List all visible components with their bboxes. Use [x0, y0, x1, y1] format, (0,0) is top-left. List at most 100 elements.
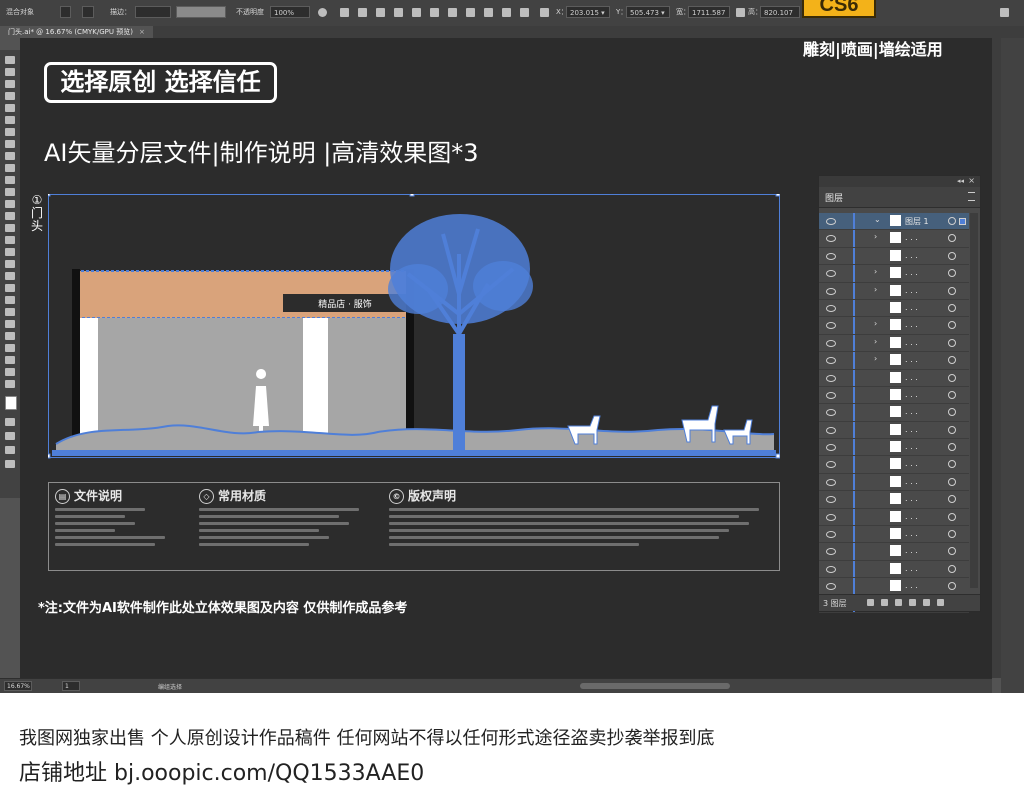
- reference-point-icon[interactable]: [540, 8, 549, 17]
- canvas-vertical-scrollbar[interactable]: [992, 38, 1001, 678]
- hand-tool-icon[interactable]: [5, 368, 15, 376]
- visibility-eye-icon[interactable]: [826, 357, 836, 365]
- expand-chevron-icon[interactable]: ›: [874, 354, 877, 363]
- distribute-left-icon[interactable]: [502, 8, 511, 17]
- visibility-eye-icon[interactable]: [826, 513, 836, 521]
- visibility-eye-icon[interactable]: [826, 270, 836, 278]
- opacity-field[interactable]: 100%: [270, 6, 310, 18]
- close-panel-icon[interactable]: ×: [968, 176, 975, 185]
- slice-tool-icon[interactable]: [5, 356, 15, 364]
- expand-chevron-icon[interactable]: ›: [874, 319, 877, 328]
- visibility-eye-icon[interactable]: [826, 287, 836, 295]
- fill-swatch[interactable]: [60, 6, 71, 18]
- visibility-eye-icon[interactable]: [826, 531, 836, 539]
- panel-menu-icon[interactable]: [1000, 8, 1009, 17]
- layers-scrollbar[interactable]: [970, 213, 978, 588]
- collect-export-icon[interactable]: [867, 599, 874, 606]
- sublayer-row[interactable]: . . .: [819, 421, 969, 440]
- expand-chevron-icon[interactable]: ›: [874, 267, 877, 276]
- expand-chevron-icon[interactable]: ›: [874, 337, 877, 346]
- target-circle-icon[interactable]: [948, 477, 956, 486]
- target-circle-icon[interactable]: [948, 582, 956, 591]
- target-circle-icon[interactable]: [948, 338, 956, 347]
- align-vcenter-icon[interactable]: [412, 8, 421, 17]
- eyedropper-tool-icon[interactable]: [5, 296, 15, 304]
- collapse-panel-icon[interactable]: ◂◂: [957, 177, 964, 185]
- sublayer-row[interactable]: . . .: [819, 526, 969, 544]
- target-circle-icon[interactable]: [948, 321, 956, 330]
- target-circle-icon[interactable]: [948, 269, 956, 278]
- rectangle-tool-icon[interactable]: [5, 152, 15, 160]
- curvature-tool-icon[interactable]: [5, 116, 15, 124]
- layers-tab[interactable]: 图层: [825, 191, 843, 204]
- visibility-eye-icon[interactable]: [826, 496, 836, 504]
- sublayer-row[interactable]: . . .: [819, 508, 969, 527]
- variable-width-profile[interactable]: [176, 6, 226, 18]
- screen-mode-icon[interactable]: [5, 446, 15, 454]
- draw-mode-icon[interactable]: [5, 432, 15, 440]
- target-circle-icon[interactable]: [948, 251, 956, 260]
- paintbrush-tool-icon[interactable]: [5, 164, 15, 172]
- target-circle-icon[interactable]: [948, 408, 956, 417]
- visibility-eye-icon[interactable]: [826, 374, 836, 382]
- height-field[interactable]: 820.107: [760, 6, 800, 18]
- column-graph-tool-icon[interactable]: [5, 332, 15, 340]
- target-circle-icon[interactable]: [948, 425, 956, 434]
- magic-wand-tool-icon[interactable]: [5, 80, 15, 88]
- sublayer-row[interactable]: . . .: [819, 491, 969, 509]
- storefront-artwork[interactable]: 精品店 · 服饰: [48, 194, 780, 459]
- distribute-vcenter-icon[interactable]: [466, 8, 475, 17]
- stroke-swatch[interactable]: [82, 6, 94, 18]
- blend-tool-icon[interactable]: [5, 308, 15, 316]
- sublayer-row[interactable]: › . . .: [819, 265, 969, 283]
- lasso-tool-icon[interactable]: [5, 92, 15, 100]
- layer-row-top[interactable]: ⌄ 图层 1: [819, 213, 969, 231]
- zoom-tool-icon[interactable]: [5, 380, 15, 388]
- align-bottom-icon[interactable]: [430, 8, 439, 17]
- visibility-eye-icon[interactable]: [826, 409, 836, 417]
- visibility-eye-icon[interactable]: [826, 548, 836, 556]
- target-circle-icon[interactable]: [948, 460, 956, 469]
- target-circle-icon[interactable]: [948, 512, 956, 521]
- visibility-eye-icon[interactable]: [826, 426, 836, 434]
- expand-chevron-icon[interactable]: ›: [874, 285, 877, 294]
- sublayer-row[interactable]: . . .: [819, 578, 969, 596]
- target-circle-icon[interactable]: [948, 443, 956, 452]
- align-left-icon[interactable]: [340, 8, 349, 17]
- visibility-eye-icon[interactable]: [826, 391, 836, 399]
- target-circle-icon[interactable]: [948, 286, 956, 295]
- width-tool-icon[interactable]: [5, 224, 15, 232]
- sublayer-row[interactable]: . . .: [819, 439, 969, 457]
- target-circle-icon[interactable]: [948, 373, 956, 382]
- distribute-right-icon[interactable]: [520, 8, 529, 17]
- canvas-horizontal-scrollbar[interactable]: [580, 683, 730, 689]
- clipping-mask-icon[interactable]: [895, 599, 902, 606]
- visibility-eye-icon[interactable]: [826, 304, 836, 312]
- mesh-tool-icon[interactable]: [5, 272, 15, 280]
- layers-menu-icon[interactable]: [968, 192, 975, 201]
- type-tool-icon[interactable]: [5, 128, 15, 136]
- constrain-link-icon[interactable]: [736, 8, 745, 17]
- selection-tool-icon[interactable]: [5, 56, 15, 64]
- sublayer-row[interactable]: . . .: [819, 299, 969, 318]
- stroke-weight-field[interactable]: [135, 6, 171, 18]
- sublayer-row[interactable]: › . . .: [819, 282, 969, 300]
- x-field[interactable]: 203.015 ▾: [566, 6, 610, 18]
- sublayer-row[interactable]: . . .: [819, 386, 969, 405]
- selected-art-square-icon[interactable]: [959, 218, 966, 225]
- edit-toolbar-icon[interactable]: [5, 460, 15, 468]
- target-circle-icon[interactable]: [948, 495, 956, 504]
- sublayer-row[interactable]: › . . .: [819, 230, 969, 248]
- sublayer-row[interactable]: . . .: [819, 560, 969, 579]
- y-field[interactable]: 505.473 ▾: [626, 6, 670, 18]
- direct-selection-tool-icon[interactable]: [5, 68, 15, 76]
- sublayer-row[interactable]: › . . .: [819, 352, 969, 370]
- sublayer-row[interactable]: . . .: [819, 369, 969, 387]
- target-circle-icon[interactable]: [948, 234, 956, 243]
- delete-layer-icon[interactable]: [937, 599, 944, 606]
- sublayer-row[interactable]: › . . .: [819, 317, 969, 335]
- visibility-eye-icon[interactable]: [826, 565, 836, 573]
- target-circle-icon[interactable]: [948, 564, 956, 573]
- document-tab[interactable]: 门头.ai* @ 16.67% (CMYK/GPU 预览) ×: [0, 26, 153, 38]
- shape-builder-tool-icon[interactable]: [5, 248, 15, 256]
